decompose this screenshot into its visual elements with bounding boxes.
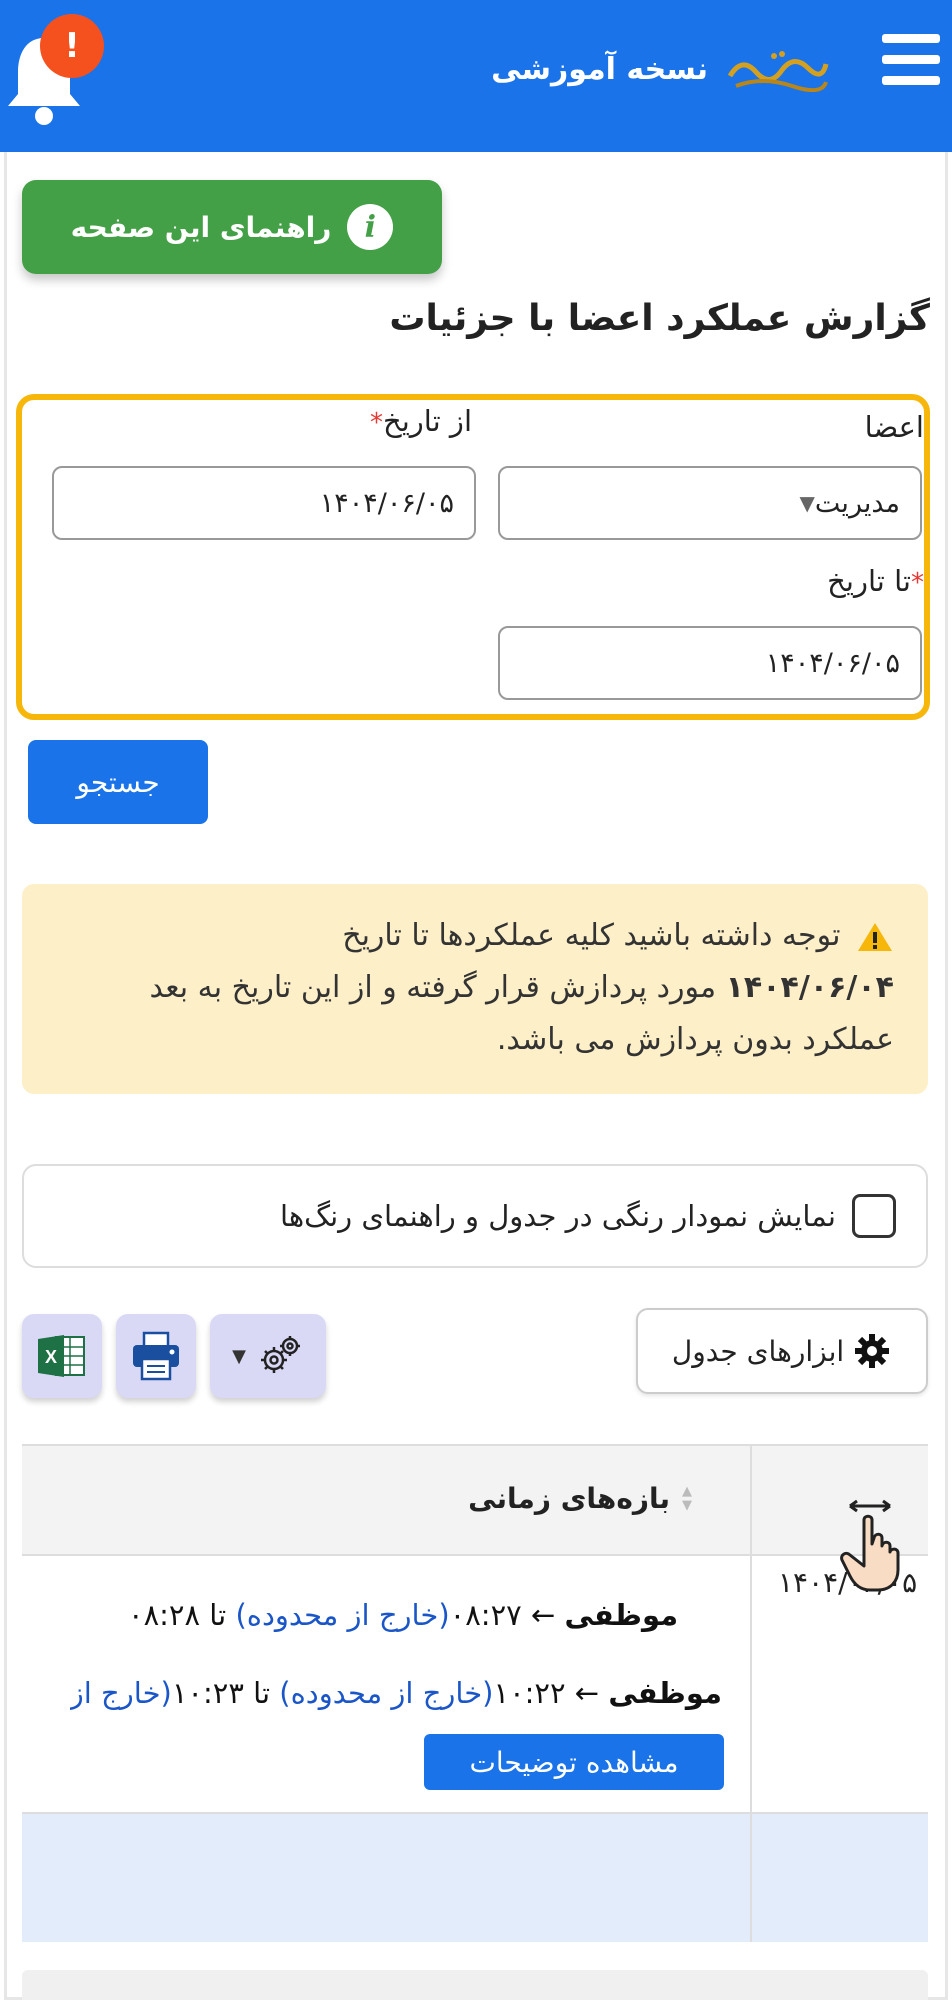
entry-end: ۰۸:۲۸ (128, 1598, 201, 1632)
out-of-range-note[interactable]: (خارج از محدوده) (279, 1676, 493, 1710)
notice-line-3: عملکرد بدون پردازش می باشد. (496, 1022, 894, 1057)
svg-text:X: X (45, 1347, 57, 1367)
table-tools-button[interactable]: ابزارهای جدول (636, 1308, 928, 1394)
entry-start: ۰۸:۲۷ (449, 1598, 522, 1632)
table-row (22, 1812, 928, 1942)
page-title: گزارش عملکرد اعضا با جزئیات (389, 298, 930, 339)
to-date-label: *تا تاریخ (827, 564, 924, 598)
to-date-value: ۱۴۰۴/۰۶/۰۵ (765, 647, 900, 679)
color-chart-toggle[interactable]: نمایش نمودار رنگی در جدول و راهنمای رنگ‌… (22, 1164, 928, 1268)
entry-end: ۱۰:۲۳ (171, 1676, 244, 1710)
page-guide-button[interactable]: i راهنمای این صفحه (22, 180, 442, 274)
app-title: نسخه آموزشی (491, 51, 708, 87)
members-select[interactable]: مدیریت ▼ (498, 466, 922, 540)
processing-notice: توجه داشته باشید کلیه عملکردها تا تاریخ … (22, 884, 928, 1094)
gear-icon (855, 1334, 890, 1368)
arrow-icon: ← (574, 1676, 600, 1710)
out-of-range-note[interactable]: (خارج از محدوده) (235, 1598, 449, 1632)
notice-line-1: توجه داشته باشید کلیه عملکردها تا تاریخ (342, 918, 841, 953)
required-mark: * (911, 568, 924, 598)
notification-badge[interactable]: ! (40, 14, 104, 78)
to-date-input[interactable]: ۱۴۰۴/۰۶/۰۵ (498, 626, 922, 700)
column-divider (750, 1446, 752, 1942)
top-app-bar: نسخه آموزشی ! (0, 0, 952, 152)
color-chart-checkbox[interactable] (852, 1194, 896, 1238)
entry-status: موظفی (564, 1598, 679, 1632)
members-label: اعضا (864, 410, 924, 444)
time-entry: موظفی ← ۱۰:۲۲(خارج از محدوده) تا ۱۰:۲۳(خ… (70, 1676, 722, 1710)
from-date-input[interactable]: ۱۴۰۴/۰۶/۰۵ (52, 466, 476, 540)
sort-icon[interactable]: ▲ ▼ (682, 1484, 692, 1513)
page-guide-label: راهنمای این صفحه (70, 210, 332, 244)
brand: نسخه آموزشی (491, 46, 832, 92)
color-chart-label: نمایش نمودار رنگی در جدول و راهنمای رنگ‌… (279, 1199, 836, 1233)
gears-icon (260, 1336, 300, 1373)
swipe-hand-icon (840, 1499, 900, 1592)
period-column-header[interactable]: ▲ ▼ بازه‌های زمانی (468, 1482, 692, 1515)
column-settings-button[interactable]: ▼ (210, 1314, 326, 1398)
to-word: تا (253, 1676, 271, 1710)
period-header-label: بازه‌های زمانی (468, 1482, 670, 1515)
info-icon: i (347, 204, 394, 250)
arrow-icon: ← (530, 1598, 556, 1632)
chevron-down-icon: ▼ (799, 491, 815, 515)
from-date-label: از تاریخ* (370, 404, 472, 438)
required-mark: * (370, 408, 384, 438)
entry-status: موظفی (608, 1676, 722, 1710)
printer-icon (133, 1331, 179, 1381)
notice-date: ۱۴۰۴/۰۶/۰۴ (725, 970, 894, 1005)
warning-icon (858, 922, 892, 951)
out-of-range-note[interactable]: (خارج از (70, 1676, 172, 1710)
excel-export-button[interactable]: X (22, 1314, 102, 1398)
from-date-value: ۱۴۰۴/۰۶/۰۵ (319, 487, 454, 519)
chevron-down-icon: ▼ (232, 1345, 246, 1367)
print-button[interactable] (116, 1314, 196, 1398)
footer-strip (22, 1970, 928, 2000)
search-button[interactable]: جستجو (28, 740, 208, 824)
menu-icon[interactable] (882, 34, 940, 90)
brand-logo (727, 51, 829, 92)
table-tools-label: ابزارهای جدول (671, 1334, 845, 1368)
entry-start: ۱۰:۲۲ (493, 1676, 566, 1710)
members-select-value: مدیریت (814, 487, 900, 519)
notice-line-2: مورد پردازش قرار گرفته و از این تاریخ به… (149, 970, 717, 1005)
view-details-button[interactable]: مشاهده توضیحات (424, 1734, 724, 1790)
time-entry: موظفی ← ۰۸:۲۷(خارج از محدوده) تا ۰۸:۲۸ (128, 1598, 678, 1632)
excel-icon: X (38, 1335, 85, 1377)
to-word: تا (209, 1598, 227, 1632)
